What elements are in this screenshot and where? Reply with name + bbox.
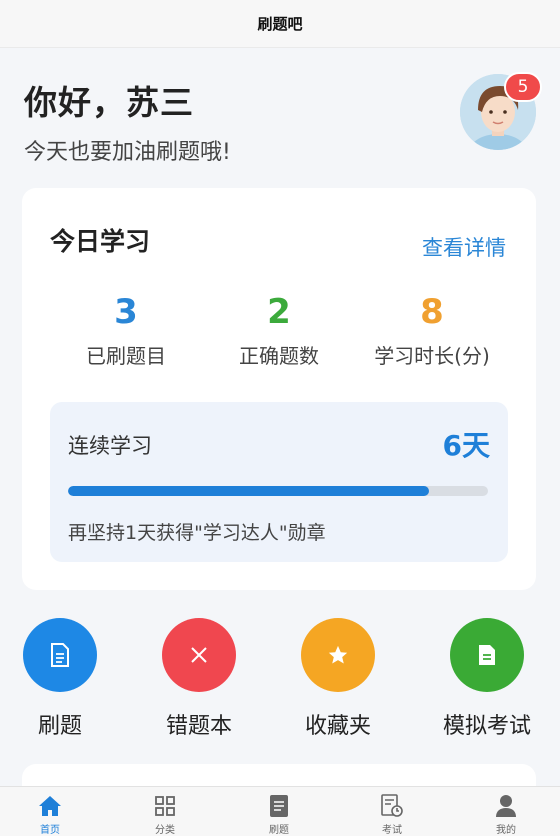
close-icon <box>162 618 236 692</box>
tab-category[interactable]: 分类 <box>125 793 205 836</box>
view-details-link[interactable]: 查看详情 <box>422 232 506 262</box>
action-label: 收藏夹 <box>304 714 371 739</box>
action-label: 错题本 <box>165 714 232 739</box>
action-label: 刷题 <box>37 714 82 739</box>
favorites-button[interactable]: 收藏夹 <box>278 618 398 740</box>
today-study-card: 今日学习 查看详情 3 已刷题目 2 正确题数 8 学习时长(分) 连续学习 6… <box>22 188 536 590</box>
card-title: 今日学习 <box>50 227 151 256</box>
tab-label: 刷题 <box>269 825 289 836</box>
stat-correct: 2 正确题数 <box>194 292 364 369</box>
greeting-section: 你好，苏三 今天也要加油刷题哦! <box>24 76 231 166</box>
streak-label: 连续学习 <box>68 434 152 458</box>
tab-practice[interactable]: 刷题 <box>239 793 319 836</box>
action-label: 模拟考试 <box>442 714 531 739</box>
stat-questions-done: 3 已刷题目 <box>41 292 211 369</box>
stat-label: 正确题数 <box>239 344 319 368</box>
greeting-subtitle: 今天也要加油刷题哦! <box>24 140 231 165</box>
user-icon <box>466 793 546 819</box>
stat-label: 学习时长(分) <box>374 344 490 368</box>
tab-label: 分类 <box>155 825 175 836</box>
mock-exam-button[interactable]: 模拟考试 <box>427 618 547 740</box>
stat-value: 8 <box>420 292 444 332</box>
stat-label: 已刷题目 <box>86 344 166 368</box>
exam-clock-icon <box>352 793 432 819</box>
star-icon <box>301 618 375 692</box>
tab-home[interactable]: 首页 <box>10 793 90 836</box>
streak-progress-fill <box>68 486 430 496</box>
notification-badge: 5 <box>504 72 542 102</box>
stat-value: 2 <box>267 292 291 332</box>
streak-tip: 再坚持1天获得"学习达人"勋章 <box>68 522 326 544</box>
tab-profile[interactable]: 我的 <box>466 793 546 836</box>
grid-icon <box>125 793 205 819</box>
greeting-text: 你好，苏三 <box>24 83 194 122</box>
tab-label: 首页 <box>40 825 60 836</box>
streak-progress-bar <box>68 486 488 496</box>
app-title: 刷题吧 <box>257 15 303 33</box>
document-icon <box>239 793 319 819</box>
streak-panel: 连续学习 6天 再坚持1天获得"学习达人"勋章 <box>50 402 508 562</box>
stats-row: 3 已刷题目 2 正确题数 8 学习时长(分) <box>22 292 536 372</box>
bottom-tab-bar: 首页 分类 刷题 考试 我的 <box>0 786 560 836</box>
home-icon <box>10 793 90 819</box>
practice-button[interactable]: 刷题 <box>0 618 120 740</box>
tab-label: 考试 <box>382 825 402 836</box>
wrong-answers-button[interactable]: 错题本 <box>139 618 259 740</box>
stat-study-time: 8 学习时长(分) <box>347 292 517 369</box>
quick-actions: 刷题 错题本 收藏夹 模拟考试 <box>0 618 560 740</box>
exam-doc-icon <box>450 618 524 692</box>
top-bar: 刷题吧 <box>0 0 560 48</box>
avatar[interactable]: 5 <box>460 72 542 150</box>
tab-label: 我的 <box>496 825 516 836</box>
streak-value: 6天 <box>442 429 490 462</box>
stat-value: 3 <box>114 292 138 332</box>
document-icon <box>23 618 97 692</box>
tab-exam[interactable]: 考试 <box>352 793 432 836</box>
